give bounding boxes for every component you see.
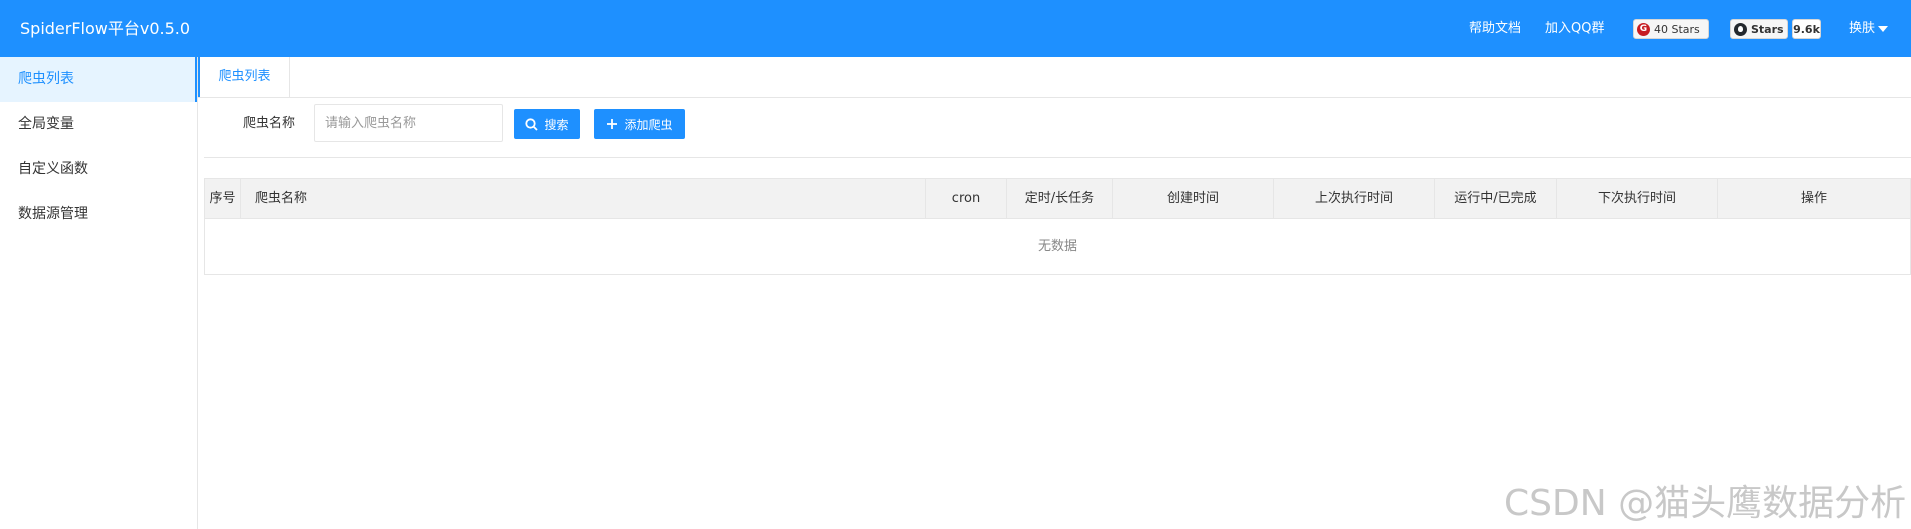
github-icon [1734,22,1747,36]
search-icon [525,117,539,131]
github-stars-button[interactable]: Stars [1730,19,1788,39]
tab-bar: 爬虫列表 [198,57,1911,98]
sidebar: 爬虫列表 全局变量 自定义函数 数据源管理 [0,57,198,529]
search-button[interactable]: 搜索 [514,109,580,139]
skin-label: 换肤 [1849,21,1876,36]
col-created-time[interactable]: 创建时间 [1113,179,1274,219]
sidebar-item-datasource[interactable]: 数据源管理 [0,192,197,237]
sidebar-item-spider-list[interactable]: 爬虫列表 [0,57,197,102]
help-docs-link[interactable]: 帮助文档 [1469,0,1521,57]
plus-icon [606,118,618,130]
caret-down-icon [1878,25,1889,32]
col-last-exec-time[interactable]: 上次执行时间 [1274,179,1435,219]
spider-table: 序号 爬虫名称 cron 定时/长任务 创建时间 上次执行时间 运行中/已完成 … [204,178,1911,275]
github-stars-label: Stars [1751,22,1784,36]
add-spider-button[interactable]: 添加爬虫 [594,109,685,139]
top-header: SpiderFlow平台v0.5.0 帮助文档 加入QQ群 G 40 Stars… [0,0,1911,57]
app-logo[interactable]: SpiderFlow平台v0.5.0 [20,0,190,57]
col-schedule-type[interactable]: 定时/长任务 [1007,179,1113,219]
gitee-icon: G [1637,22,1650,36]
col-next-exec-time[interactable]: 下次执行时间 [1557,179,1718,219]
join-qq-link[interactable]: 加入QQ群 [1545,0,1604,57]
divider [204,157,1911,158]
spider-name-input[interactable] [314,104,503,142]
gitee-stars-text: 40 Stars [1654,22,1700,36]
watermark: CSDN @猫头鹰数据分析 [1504,483,1907,524]
col-spider-name[interactable]: 爬虫名称 [241,179,926,219]
table-header: 序号 爬虫名称 cron 定时/长任务 创建时间 上次执行时间 运行中/已完成 … [205,179,1910,219]
skin-menu[interactable]: 换肤 [1849,0,1889,57]
table-empty-message: 无数据 [1037,239,1077,254]
sidebar-item-global-variables[interactable]: 全局变量 [0,102,197,147]
github-stars-count[interactable]: 9.6k [1792,19,1821,39]
col-actions[interactable]: 操作 [1718,179,1910,219]
add-spider-button-label: 添加爬虫 [624,117,673,132]
gitee-stars-badge[interactable]: G 40 Stars [1633,19,1709,39]
col-index[interactable]: 序号 [205,179,241,219]
col-cron[interactable]: cron [926,179,1007,219]
spider-name-label: 爬虫名称 [243,116,296,131]
sidebar-item-custom-functions[interactable]: 自定义函数 [0,147,197,192]
tab-spider-list[interactable]: 爬虫列表 [198,57,290,97]
col-running-done[interactable]: 运行中/已完成 [1435,179,1557,219]
search-button-label: 搜索 [544,117,569,132]
